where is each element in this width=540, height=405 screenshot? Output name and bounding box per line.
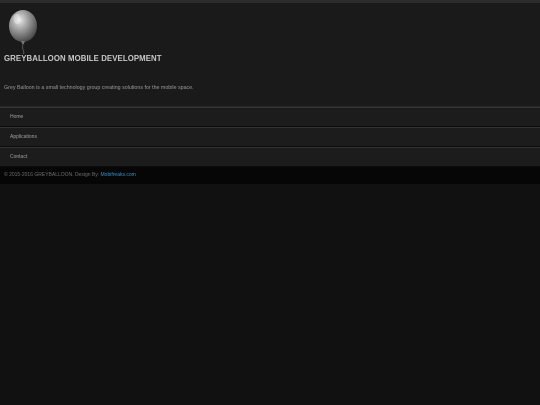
designer-link[interactable]: Mobifreaks.com: [101, 172, 136, 178]
main-nav: Home Applications Contact: [0, 107, 540, 167]
site-tagline: Grey Balloon is a small technology group…: [4, 85, 194, 91]
balloon-icon[interactable]: [7, 10, 39, 55]
nav-item-contact[interactable]: Contact: [0, 147, 540, 167]
site-title: GREYBALLOON MOBILE DEVELOPMENT: [4, 54, 162, 63]
page: GREYBALLOON MOBILE DEVELOPMENT Grey Ball…: [0, 0, 540, 405]
nav-item-home[interactable]: Home: [0, 107, 540, 127]
site-footer: © 2015-2016 GREYBALLOON. Design By: Mobi…: [0, 167, 540, 184]
nav-item-applications[interactable]: Applications: [0, 127, 540, 147]
copyright-text: © 2015-2016 GREYBALLOON. Design By:: [4, 172, 100, 178]
site-header: GREYBALLOON MOBILE DEVELOPMENT Grey Ball…: [0, 3, 540, 107]
empty-content-area: [0, 184, 540, 404]
